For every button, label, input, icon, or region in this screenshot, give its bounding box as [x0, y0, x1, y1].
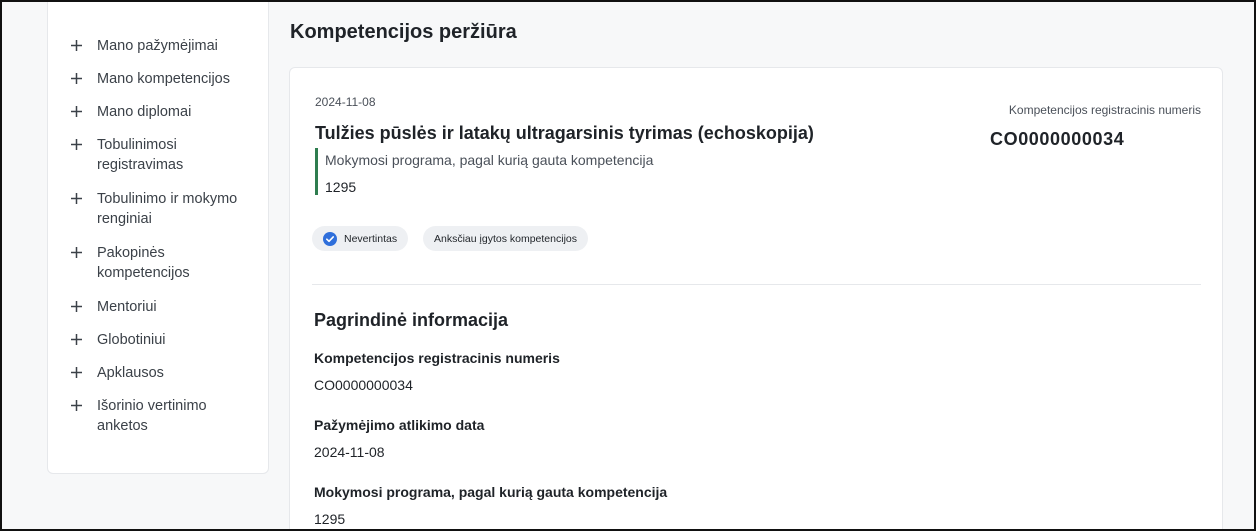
- sidebar-item-label: Išorinio vertinimo anketos: [97, 398, 207, 434]
- accent-bar: [315, 148, 318, 195]
- field-value: 1295: [314, 511, 346, 527]
- plus-icon: [70, 297, 86, 317]
- divider: [312, 284, 1201, 285]
- sidebar-item-label: Mentoriui: [97, 299, 157, 315]
- program-value: 1295: [325, 179, 357, 195]
- section-title: Pagrindinė informacija: [314, 310, 509, 330]
- sidebar-item-pakopines-kompetencijos[interactable]: Pakopinės kompetencijos: [70, 243, 265, 283]
- plus-icon: [70, 396, 86, 416]
- sidebar-item-label: Tobulinimo ir mokymo renginiai: [97, 191, 238, 227]
- field-value: 2024-11-08: [314, 444, 385, 460]
- status-badge-label: Nevertintas: [344, 232, 398, 245]
- plus-icon: [70, 189, 86, 209]
- field-label: Mokymosi programa, pagal kurią gauta kom…: [314, 484, 668, 500]
- registration-number-label: Kompetencijos registracinis numeris: [1008, 103, 1201, 117]
- check-circle-icon: [323, 231, 337, 246]
- sidebar-item-label: Mano diplomai: [97, 104, 192, 120]
- status-badge: Nevertintas: [312, 226, 409, 251]
- sidebar-item-mano-pazymejimai[interactable]: Mano pažymėjimai: [70, 36, 265, 56]
- plus-icon: [70, 243, 86, 263]
- plus-icon: [70, 330, 86, 350]
- program-label: Mokymosi programa, pagal kurią gauta kom…: [325, 152, 654, 168]
- competence-title: Tulžies pūslės ir latakų ultragarsinis t…: [315, 123, 814, 143]
- category-badge: Anksčiau įgytos kompetencijos: [423, 226, 588, 251]
- plus-icon: [70, 69, 86, 89]
- sidebar-nav: Mano pažymėjimai Mano kompetencijos Mano…: [47, 2, 269, 474]
- sidebar-item-tobulinimosi-registravimas[interactable]: Tobulinimosi registravimas: [70, 135, 265, 175]
- sidebar-item-mano-kompetencijos[interactable]: Mano kompetencijos: [70, 69, 265, 89]
- field-label: Kompetencijos registracinis numeris: [314, 350, 560, 366]
- sidebar-item-tobulinimo-renginiai[interactable]: Tobulinimo ir mokymo renginiai: [70, 189, 265, 229]
- sidebar-item-label: Tobulinimosi registravimas: [97, 137, 184, 173]
- category-badge-label: Anksčiau įgytos kompetencijos: [434, 232, 577, 245]
- plus-icon: [70, 36, 86, 56]
- field-value: CO0000000034: [314, 377, 413, 393]
- plus-icon: [70, 363, 86, 383]
- competence-card: 2024-11-08 Tulžies pūslės ir latakų ultr…: [289, 67, 1223, 529]
- registration-number-value: CO0000000034: [990, 129, 1125, 149]
- sidebar-item-isorinio-vertinimo-anketos[interactable]: Išorinio vertinimo anketos: [70, 396, 265, 436]
- app-frame: Mano pažymėjimai Mano kompetencijos Mano…: [0, 0, 1256, 531]
- plus-icon: [70, 102, 86, 122]
- competence-date: 2024-11-08: [315, 95, 376, 109]
- sidebar-item-label: Mano pažymėjimai: [97, 38, 218, 54]
- sidebar-item-globotiniui[interactable]: Globotiniui: [70, 330, 265, 350]
- sidebar-item-label: Apklausos: [97, 365, 164, 381]
- sidebar-item-label: Mano kompetencijos: [97, 71, 230, 87]
- page-title: Kompetencijos peržiūra: [290, 21, 517, 43]
- sidebar-item-label: Globotiniui: [97, 332, 166, 348]
- sidebar-item-mano-diplomai[interactable]: Mano diplomai: [70, 102, 265, 122]
- field-label: Pažymėjimo atlikimo data: [314, 417, 485, 433]
- plus-icon: [70, 135, 86, 155]
- sidebar-item-label: Pakopinės kompetencijos: [97, 245, 190, 281]
- sidebar-item-mentoriui[interactable]: Mentoriui: [70, 297, 265, 317]
- sidebar-item-apklausos[interactable]: Apklausos: [70, 363, 265, 383]
